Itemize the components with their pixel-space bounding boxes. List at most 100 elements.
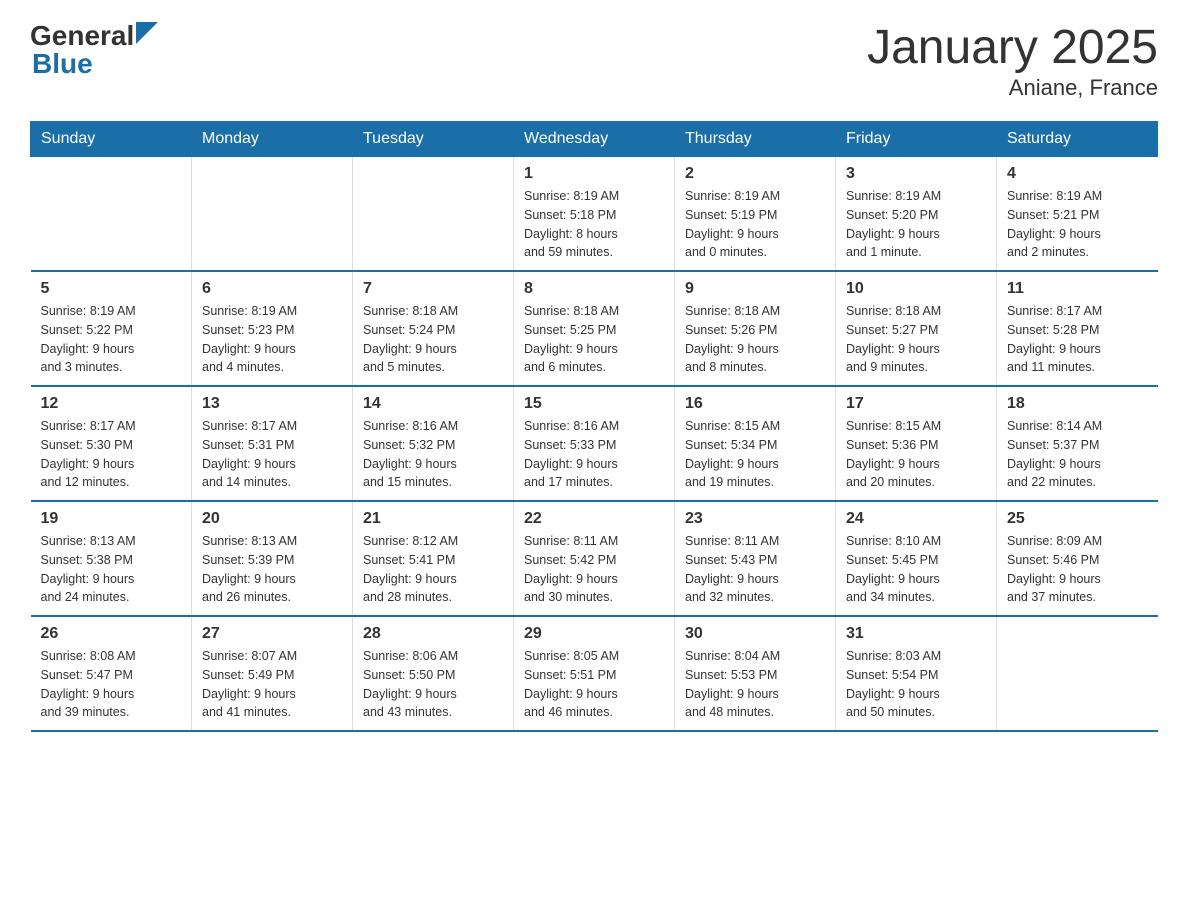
day-info: Sunrise: 8:11 AMSunset: 5:42 PMDaylight:…	[524, 532, 664, 607]
calendar-body: 1 Sunrise: 8:19 AMSunset: 5:18 PMDaylight…	[31, 157, 1158, 732]
day-number: 30	[685, 625, 825, 643]
day-info: Sunrise: 8:19 AMSunset: 5:23 PMDaylight:…	[202, 302, 342, 377]
day-info: Sunrise: 8:17 AMSunset: 5:31 PMDaylight:…	[202, 417, 342, 492]
header-saturday: Saturday	[997, 122, 1158, 157]
day-number: 25	[1007, 510, 1148, 528]
calendar-cell: 29 Sunrise: 8:05 AMSunset: 5:51 PMDayligh…	[514, 616, 675, 731]
day-number: 1	[524, 165, 664, 183]
header-thursday: Thursday	[675, 122, 836, 157]
calendar-cell: 8 Sunrise: 8:18 AMSunset: 5:25 PMDaylight…	[514, 271, 675, 386]
calendar-cell: 26 Sunrise: 8:08 AMSunset: 5:47 PMDayligh…	[31, 616, 192, 731]
day-info: Sunrise: 8:16 AMSunset: 5:33 PMDaylight:…	[524, 417, 664, 492]
day-info: Sunrise: 8:19 AMSunset: 5:20 PMDaylight:…	[846, 187, 986, 262]
calendar-cell: 23 Sunrise: 8:11 AMSunset: 5:43 PMDayligh…	[675, 501, 836, 616]
calendar-cell: 15 Sunrise: 8:16 AMSunset: 5:33 PMDayligh…	[514, 386, 675, 501]
calendar-cell: 3 Sunrise: 8:19 AMSunset: 5:20 PMDaylight…	[836, 157, 997, 272]
day-number: 23	[685, 510, 825, 528]
logo-blue-text: Blue	[32, 48, 93, 79]
calendar-cell	[997, 616, 1158, 731]
calendar-cell: 27Sunrise: 8:07 AMSunset: 5:49 PMDayligh…	[192, 616, 353, 731]
header-monday: Monday	[192, 122, 353, 157]
calendar-cell: 16 Sunrise: 8:15 AMSunset: 5:34 PMDayligh…	[675, 386, 836, 501]
day-number: 15	[524, 395, 664, 413]
calendar-cell: 24 Sunrise: 8:10 AMSunset: 5:45 PMDayligh…	[836, 501, 997, 616]
calendar-cell: 7 Sunrise: 8:18 AMSunset: 5:24 PMDaylight…	[353, 271, 514, 386]
day-info: Sunrise: 8:16 AMSunset: 5:32 PMDaylight:…	[363, 417, 503, 492]
day-number: 22	[524, 510, 664, 528]
day-number: 10	[846, 280, 986, 298]
calendar-cell: 11Sunrise: 8:17 AMSunset: 5:28 PMDayligh…	[997, 271, 1158, 386]
day-info: Sunrise: 8:10 AMSunset: 5:45 PMDaylight:…	[846, 532, 986, 607]
week-row-4: 19 Sunrise: 8:13 AMSunset: 5:38 PMDayligh…	[31, 501, 1158, 616]
day-number: 20	[202, 510, 342, 528]
header-sunday: Sunday	[31, 122, 192, 157]
calendar-cell: 14 Sunrise: 8:16 AMSunset: 5:32 PMDayligh…	[353, 386, 514, 501]
header-tuesday: Tuesday	[353, 122, 514, 157]
calendar-cell	[31, 157, 192, 272]
day-info: Sunrise: 8:15 AMSunset: 5:34 PMDaylight:…	[685, 417, 825, 492]
day-info: Sunrise: 8:19 AMSunset: 5:22 PMDaylight:…	[41, 302, 182, 377]
day-number: 5	[41, 280, 182, 298]
day-number: 16	[685, 395, 825, 413]
calendar-cell	[192, 157, 353, 272]
day-number: 26	[41, 625, 182, 643]
day-info: Sunrise: 8:13 AMSunset: 5:38 PMDaylight:…	[41, 532, 182, 607]
calendar-cell: 10Sunrise: 8:18 AMSunset: 5:27 PMDayligh…	[836, 271, 997, 386]
day-number: 28	[363, 625, 503, 643]
day-number: 13	[202, 395, 342, 413]
day-info: Sunrise: 8:08 AMSunset: 5:47 PMDaylight:…	[41, 647, 182, 722]
day-info: Sunrise: 8:18 AMSunset: 5:25 PMDaylight:…	[524, 302, 664, 377]
day-number: 6	[202, 280, 342, 298]
day-number: 29	[524, 625, 664, 643]
calendar-cell: 21Sunrise: 8:12 AMSunset: 5:41 PMDayligh…	[353, 501, 514, 616]
calendar-cell: 9Sunrise: 8:18 AMSunset: 5:26 PMDaylight…	[675, 271, 836, 386]
logo-arrow-icon	[136, 22, 158, 44]
day-info: Sunrise: 8:18 AMSunset: 5:26 PMDaylight:…	[685, 302, 825, 377]
day-number: 8	[524, 280, 664, 298]
day-info: Sunrise: 8:19 AMSunset: 5:19 PMDaylight:…	[685, 187, 825, 262]
day-info: Sunrise: 8:18 AMSunset: 5:24 PMDaylight:…	[363, 302, 503, 377]
calendar-cell: 31Sunrise: 8:03 AMSunset: 5:54 PMDayligh…	[836, 616, 997, 731]
day-info: Sunrise: 8:09 AMSunset: 5:46 PMDaylight:…	[1007, 532, 1148, 607]
calendar-cell: 22 Sunrise: 8:11 AMSunset: 5:42 PMDayligh…	[514, 501, 675, 616]
calendar-cell	[353, 157, 514, 272]
logo: General Blue	[30, 20, 158, 80]
calendar-header: SundayMondayTuesdayWednesdayThursdayFrid…	[31, 122, 1158, 157]
day-info: Sunrise: 8:15 AMSunset: 5:36 PMDaylight:…	[846, 417, 986, 492]
header-wednesday: Wednesday	[514, 122, 675, 157]
header-friday: Friday	[836, 122, 997, 157]
day-info: Sunrise: 8:03 AMSunset: 5:54 PMDaylight:…	[846, 647, 986, 722]
day-number: 19	[41, 510, 182, 528]
calendar-table: SundayMondayTuesdayWednesdayThursdayFrid…	[30, 121, 1158, 732]
day-info: Sunrise: 8:11 AMSunset: 5:43 PMDaylight:…	[685, 532, 825, 607]
day-info: Sunrise: 8:19 AMSunset: 5:18 PMDaylight:…	[524, 187, 664, 262]
day-number: 7	[363, 280, 503, 298]
calendar-cell: 25 Sunrise: 8:09 AMSunset: 5:46 PMDayligh…	[997, 501, 1158, 616]
day-number: 4	[1007, 165, 1148, 183]
week-row-5: 26 Sunrise: 8:08 AMSunset: 5:47 PMDayligh…	[31, 616, 1158, 731]
day-info: Sunrise: 8:17 AMSunset: 5:30 PMDaylight:…	[41, 417, 182, 492]
day-number: 12	[41, 395, 182, 413]
day-info: Sunrise: 8:19 AMSunset: 5:21 PMDaylight:…	[1007, 187, 1148, 262]
day-info: Sunrise: 8:13 AMSunset: 5:39 PMDaylight:…	[202, 532, 342, 607]
calendar-subtitle: Aniane, France	[867, 75, 1158, 101]
calendar-cell: 19 Sunrise: 8:13 AMSunset: 5:38 PMDayligh…	[31, 501, 192, 616]
calendar-cell: 28 Sunrise: 8:06 AMSunset: 5:50 PMDayligh…	[353, 616, 514, 731]
day-number: 14	[363, 395, 503, 413]
day-info: Sunrise: 8:07 AMSunset: 5:49 PMDaylight:…	[202, 647, 342, 722]
week-row-2: 5 Sunrise: 8:19 AMSunset: 5:22 PMDaylight…	[31, 271, 1158, 386]
calendar-cell: 4 Sunrise: 8:19 AMSunset: 5:21 PMDaylight…	[997, 157, 1158, 272]
day-number: 3	[846, 165, 986, 183]
calendar-cell: 18Sunrise: 8:14 AMSunset: 5:37 PMDayligh…	[997, 386, 1158, 501]
calendar-cell: 17Sunrise: 8:15 AMSunset: 5:36 PMDayligh…	[836, 386, 997, 501]
day-info: Sunrise: 8:12 AMSunset: 5:41 PMDaylight:…	[363, 532, 503, 607]
page-header: General Blue January 2025 Aniane, France	[30, 20, 1158, 101]
day-info: Sunrise: 8:06 AMSunset: 5:50 PMDaylight:…	[363, 647, 503, 722]
week-row-3: 12 Sunrise: 8:17 AMSunset: 5:30 PMDayligh…	[31, 386, 1158, 501]
day-info: Sunrise: 8:05 AMSunset: 5:51 PMDaylight:…	[524, 647, 664, 722]
calendar-cell: 13 Sunrise: 8:17 AMSunset: 5:31 PMDayligh…	[192, 386, 353, 501]
day-info: Sunrise: 8:04 AMSunset: 5:53 PMDaylight:…	[685, 647, 825, 722]
day-number: 18	[1007, 395, 1148, 413]
day-number: 24	[846, 510, 986, 528]
day-number: 2	[685, 165, 825, 183]
